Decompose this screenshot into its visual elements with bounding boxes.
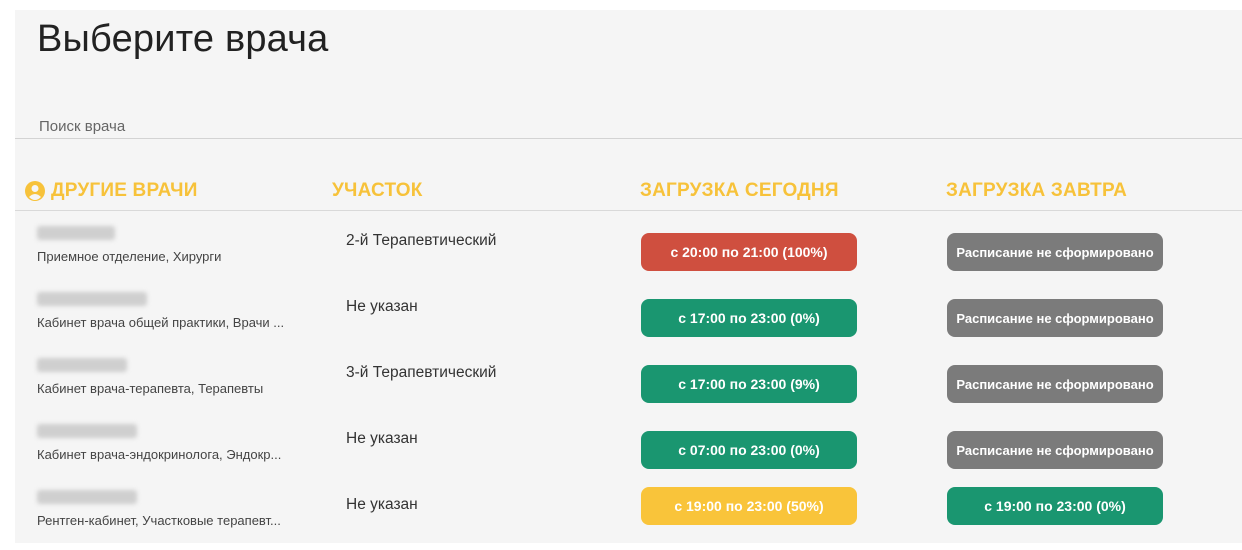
doctor-department: Приемное отделение, Хирурги — [37, 249, 222, 264]
doctor-department: Рентген-кабинет, Участковые терапевт... — [37, 513, 281, 528]
table-row[interactable]: Кабинет врача-терапевта, Терапевты 3-й Т… — [15, 352, 1242, 418]
doctor-name-redacted — [37, 490, 137, 504]
load-tomorrow-badge[interactable]: Расписание не сформировано — [947, 365, 1163, 403]
doctor-district: 3-й Терапевтический — [346, 364, 497, 381]
doctor-name-redacted — [37, 292, 147, 306]
doctor-name-redacted — [37, 424, 137, 438]
load-tomorrow-badge[interactable]: с 19:00 по 23:00 (0%) — [947, 487, 1163, 525]
table-row[interactable]: Кабинет врача-эндокринолога, Эндокр... Н… — [15, 418, 1242, 484]
header-district: УЧАСТОК — [332, 180, 423, 201]
doctor-department: Кабинет врача-эндокринолога, Эндокр... — [37, 447, 282, 462]
search-input[interactable] — [37, 114, 941, 138]
table-row[interactable]: Кабинет врача общей практики, Врачи ... … — [15, 286, 1242, 352]
table-header: ДРУГИЕ ВРАЧИ УЧАСТОК ЗАГРУЗКА СЕГОДНЯ ЗА… — [15, 178, 1242, 211]
load-today-badge[interactable]: с 19:00 по 23:00 (50%) — [641, 487, 857, 525]
doctor-district: 2-й Терапевтический — [346, 232, 497, 249]
search-field[interactable] — [15, 112, 1242, 139]
load-today-badge[interactable]: с 17:00 по 23:00 (0%) — [641, 299, 857, 337]
doctor-district: Не указан — [346, 430, 418, 447]
doctor-name-redacted — [37, 358, 127, 372]
load-tomorrow-badge[interactable]: Расписание не сформировано — [947, 431, 1163, 469]
header-doctors: ДРУГИЕ ВРАЧИ — [25, 180, 198, 202]
load-tomorrow-badge[interactable]: Расписание не сформировано — [947, 299, 1163, 337]
user-circle-icon — [25, 181, 45, 201]
load-today-badge[interactable]: с 17:00 по 23:00 (9%) — [641, 365, 857, 403]
header-doctors-label: ДРУГИЕ ВРАЧИ — [51, 180, 198, 201]
doctor-name-redacted — [37, 226, 115, 240]
page-title: Выберите врача — [37, 18, 329, 60]
doctor-select-panel: Выберите врача ДРУГИЕ ВРАЧИ УЧАСТОК ЗАГР… — [15, 10, 1242, 543]
header-load-today: ЗАГРУЗКА СЕГОДНЯ — [640, 180, 839, 201]
header-load-tomorrow: ЗАГРУЗКА ЗАВТРА — [946, 180, 1128, 201]
load-today-badge[interactable]: с 07:00 по 23:00 (0%) — [641, 431, 857, 469]
table-row[interactable]: Приемное отделение, Хирурги 2-й Терапевт… — [15, 220, 1242, 286]
load-today-badge[interactable]: с 20:00 по 21:00 (100%) — [641, 233, 857, 271]
load-tomorrow-badge[interactable]: Расписание не сформировано — [947, 233, 1163, 271]
doctor-department: Кабинет врача общей практики, Врачи ... — [37, 315, 285, 330]
table-row[interactable]: Рентген-кабинет, Участковые терапевт... … — [15, 484, 1242, 550]
doctor-district: Не указан — [346, 298, 418, 315]
doctor-district: Не указан — [346, 496, 418, 513]
doctor-department: Кабинет врача-терапевта, Терапевты — [37, 381, 264, 396]
